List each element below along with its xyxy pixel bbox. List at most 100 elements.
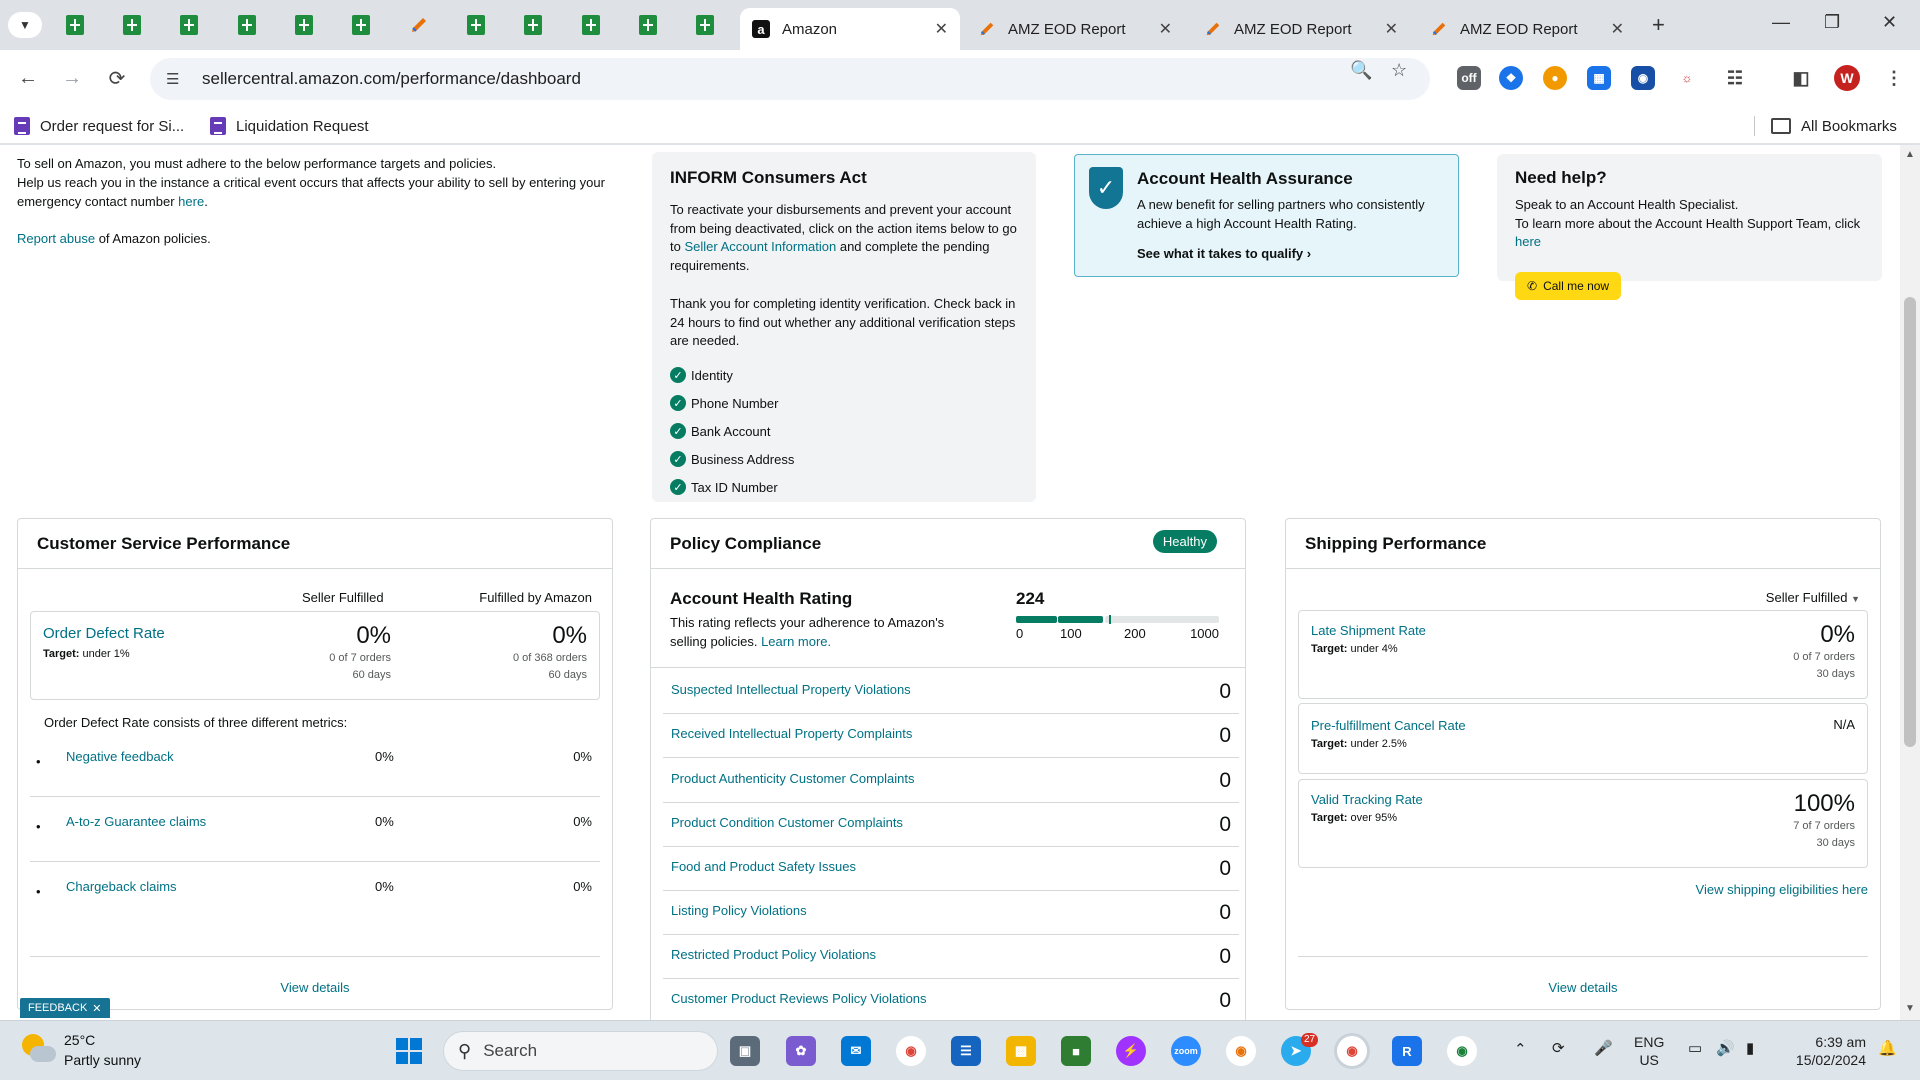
copilot-icon[interactable]: ✿ [786,1036,816,1066]
sync-icon[interactable]: ⟳ [1552,1039,1565,1057]
extension-icon[interactable]: ◉ [1631,66,1655,90]
back-button[interactable]: ← [14,64,42,92]
table-row[interactable]: Received Intellectual Property Complaint… [663,714,1239,758]
pinned-tab-sheets[interactable] [62,12,88,38]
network-icon[interactable]: ▭ [1688,1039,1702,1057]
restore-button[interactable]: ❐ [1824,12,1840,33]
tab-amazon[interactable]: a Amazon ✕ [740,8,960,50]
forward-button[interactable]: → [58,64,86,92]
learn-more-link[interactable]: Learn more. [761,634,831,649]
app-icon[interactable]: ■ [1061,1036,1091,1066]
bookmark-item[interactable]: Order request for Si... [14,117,184,135]
pinned-tab-sheets[interactable] [291,12,317,38]
chrome-icon[interactable]: ◉ [1337,1036,1367,1066]
close-icon[interactable]: ✕ [92,1002,101,1015]
start-button[interactable] [394,1036,424,1066]
address-bar[interactable]: ☰ sellercentral.amazon.com/performance/d… [150,58,1430,100]
pinned-tab-sheets[interactable] [635,12,661,38]
policy-row-link[interactable]: Restricted Product Policy Violations [671,947,876,962]
file-explorer-icon[interactable]: ▩ [1006,1036,1036,1066]
extension-icon[interactable]: ● [1543,66,1567,90]
pinned-tab-sheets[interactable] [234,12,260,38]
support-team-link[interactable]: here [1515,234,1541,249]
close-icon[interactable]: ✕ [935,19,948,39]
side-panel-icon[interactable]: ◧ [1789,66,1813,90]
zoom-icon[interactable]: zoom [1171,1036,1201,1066]
policy-row-link[interactable]: Suspected Intellectual Property Violatio… [671,682,911,697]
extension-off-icon[interactable]: off [1457,66,1481,90]
table-row[interactable]: Product Condition Customer Complaints 0 [663,803,1239,847]
task-view-icon[interactable]: ▣ [730,1036,760,1066]
policy-row-link[interactable]: Product Condition Customer Complaints [671,815,903,830]
table-row[interactable]: Listing Policy Violations 0 [663,891,1239,935]
cancel-rate-link[interactable]: Pre-fulfillment Cancel Rate [1311,718,1466,733]
emergency-contact-link[interactable]: here [178,194,204,209]
more-menu-icon[interactable]: ⋮ [1882,66,1906,90]
extension-icon[interactable]: ☼ [1675,66,1699,90]
feedback-button[interactable]: FEEDBACK ✕ [20,998,110,1018]
tab-amz-eod-report[interactable]: AMZ EOD Report ✕ [966,8,1184,50]
page-scrollbar[interactable]: ▲ ▼ [1900,145,1920,1020]
url-text[interactable]: sellercentral.amazon.com/performance/das… [202,69,581,89]
fulfillment-filter-dropdown[interactable]: Seller Fulfilled ▼ [1766,590,1860,605]
notifications-bell-icon[interactable]: 🔔 [1878,1039,1897,1057]
pinned-tab-sheets[interactable] [176,12,202,38]
mail-icon[interactable]: ✉ [841,1036,871,1066]
all-bookmarks[interactable]: All Bookmarks [1754,116,1897,136]
chargeback-claims-link[interactable]: Chargeback claims [66,879,177,894]
messenger-icon[interactable]: ⚡ [1116,1036,1146,1066]
new-tab-button[interactable]: + [1652,12,1665,38]
table-row[interactable]: Suspected Intellectual Property Violatio… [663,670,1239,714]
pinned-tab-app[interactable] [406,12,432,38]
table-row[interactable]: Restricted Product Policy Violations 0 [663,935,1239,979]
puzzle-icon[interactable]: ☷ [1723,66,1747,90]
late-shipment-rate-link[interactable]: Late Shipment Rate [1311,623,1426,638]
tab-search-button[interactable]: ▼ [8,12,42,38]
battery-icon[interactable]: ▮ [1746,1039,1754,1057]
atoz-claims-link[interactable]: A-to-z Guarantee claims [66,814,206,829]
policy-row-link[interactable]: Received Intellectual Property Complaint… [671,726,912,741]
chrome-icon[interactable]: ◉ [1226,1036,1256,1066]
bookmark-item[interactable]: Liquidation Request [210,117,369,135]
pinned-tab-sheets[interactable] [463,12,489,38]
close-icon[interactable]: ✕ [1159,19,1172,39]
bookmark-star-icon[interactable]: ☆ [1391,60,1407,81]
seller-account-info-link[interactable]: Seller Account Information [684,239,836,254]
scrollbar-thumb[interactable] [1904,297,1916,747]
negative-feedback-link[interactable]: Negative feedback [66,749,174,764]
table-row[interactable]: Food and Product Safety Issues 0 [663,847,1239,891]
pinned-tab-sheets[interactable] [520,12,546,38]
scroll-up-icon[interactable]: ▲ [1905,149,1915,160]
taskbar-search[interactable]: ⚲ Search [443,1031,718,1071]
valid-tracking-rate-link[interactable]: Valid Tracking Rate [1311,792,1423,807]
weather-widget[interactable] [22,1034,56,1066]
close-icon[interactable]: ✕ [1611,19,1624,39]
tab-amz-eod-report[interactable]: AMZ EOD Report ✕ [1192,8,1410,50]
avatar[interactable]: W [1834,65,1860,91]
order-defect-rate-link[interactable]: Order Defect Rate [43,625,165,642]
view-details-link[interactable]: View details [18,980,612,995]
policy-row-link[interactable]: Customer Product Reviews Policy Violatio… [671,991,927,1006]
window-close-button[interactable]: ✕ [1882,12,1897,33]
pinned-tab-sheets[interactable] [119,12,145,38]
microphone-icon[interactable]: 🎤 [1594,1039,1613,1057]
policy-row-link[interactable]: Food and Product Safety Issues [671,859,856,874]
scroll-down-icon[interactable]: ▼ [1905,1003,1915,1014]
weather-text[interactable]: 25°C Partly sunny [64,1030,141,1070]
see-what-it-takes-link[interactable]: See what it takes to qualify › [1137,246,1311,261]
call-me-now-button[interactable]: ✆ Call me now [1515,272,1622,300]
pinned-tab-sheets[interactable] [692,12,718,38]
pinned-tab-sheets[interactable] [578,12,604,38]
zoom-icon[interactable]: 🔍 [1350,60,1372,81]
close-icon[interactable]: ✕ [1385,19,1398,39]
r-app-icon[interactable]: R [1392,1036,1422,1066]
policy-row-link[interactable]: Listing Policy Violations [671,903,807,918]
table-row[interactable]: Product Authenticity Customer Complaints… [663,759,1239,803]
chevron-up-icon[interactable]: ⌃ [1514,1040,1527,1058]
notepad-icon[interactable]: ☰ [951,1036,981,1066]
chrome-icon[interactable]: ◉ [896,1036,926,1066]
language-indicator[interactable]: ENG US [1634,1033,1664,1069]
pinned-tab-sheets[interactable] [348,12,374,38]
clock[interactable]: 6:39 am 15/02/2024 [1786,1033,1866,1069]
report-abuse-link[interactable]: Report abuse [17,231,95,246]
